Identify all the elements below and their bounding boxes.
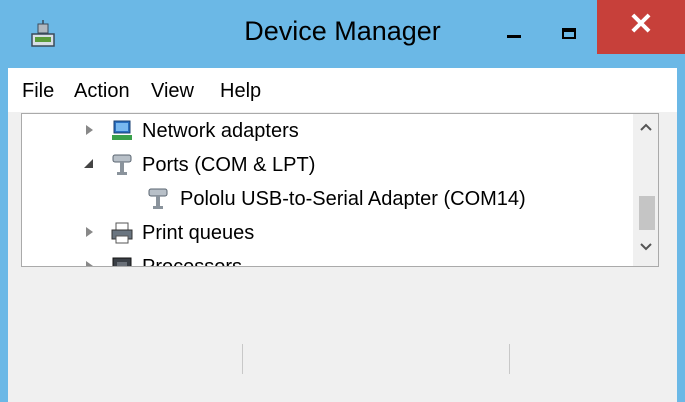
scroll-up-icon[interactable] — [639, 122, 653, 132]
tree-item-processors[interactable]: Processors — [22, 251, 622, 267]
menu-bar: File Action View Help — [8, 68, 677, 112]
collapse-arrow-icon[interactable] — [84, 159, 93, 168]
tree-item-label: Processors — [142, 256, 243, 267]
status-pane — [510, 344, 670, 374]
network-adapter-icon — [112, 120, 132, 140]
vertical-scrollbar[interactable] — [633, 114, 658, 266]
processor-icon — [112, 257, 132, 266]
expand-arrow-icon[interactable] — [86, 261, 93, 266]
scrollbar-thumb[interactable] — [639, 196, 655, 230]
status-bar — [8, 338, 677, 382]
tree-item-print-queues[interactable]: Print queues — [22, 217, 622, 251]
tree-item-network-adapters[interactable]: Network adapters — [22, 115, 622, 149]
status-pane — [8, 344, 243, 374]
tree-item-label: Print queues — [142, 222, 255, 244]
tree-item-label: Network adapters — [142, 120, 299, 142]
maximize-button[interactable] — [545, 5, 593, 50]
port-icon — [148, 188, 168, 209]
printer-icon — [111, 222, 133, 244]
port-icon — [112, 154, 132, 175]
menu-view[interactable]: View — [151, 80, 194, 103]
scroll-down-icon[interactable] — [639, 242, 653, 252]
tree-item-pololu-adapter[interactable]: Pololu USB-to-Serial Adapter (COM14) — [22, 183, 622, 217]
menu-action[interactable]: Action — [74, 80, 130, 103]
minimize-button[interactable] — [490, 5, 538, 50]
close-button[interactable]: ✕ — [597, 0, 685, 54]
menu-file[interactable]: File — [22, 80, 54, 103]
tree-item-label: Pololu USB-to-Serial Adapter (COM14) — [180, 188, 526, 210]
menu-help[interactable]: Help — [220, 80, 261, 103]
expand-arrow-icon[interactable] — [86, 227, 93, 237]
title-bar[interactable]: Device Manager ✕ — [0, 0, 685, 68]
tree-item-label: Ports (COM & LPT) — [142, 154, 316, 176]
tree-item-ports[interactable]: Ports (COM & LPT) — [22, 149, 622, 183]
expand-arrow-icon[interactable] — [86, 125, 93, 135]
device-tree[interactable]: Network adapters Ports (COM & LPT) Polol… — [21, 113, 659, 267]
status-pane — [243, 344, 510, 374]
device-manager-window: Device Manager ✕ File Action View Help ? — [0, 0, 685, 402]
